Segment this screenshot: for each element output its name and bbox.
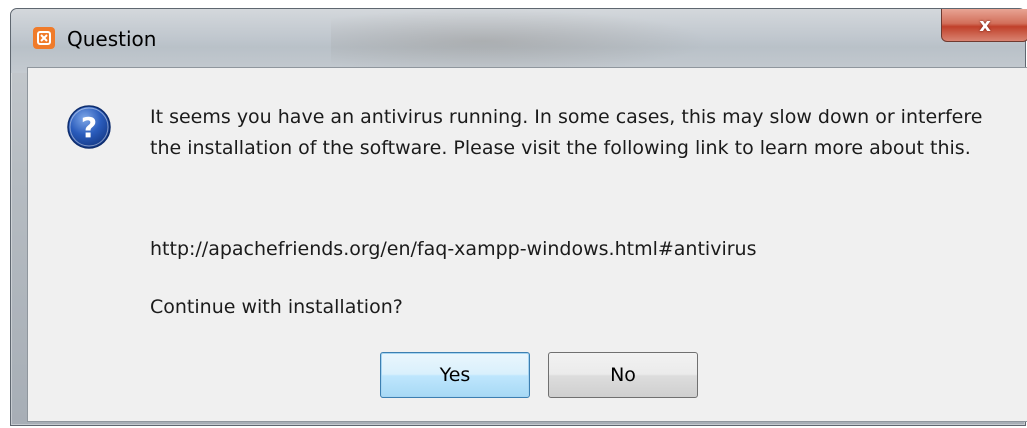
no-button[interactable]: No xyxy=(548,352,698,398)
window-title: Question xyxy=(67,27,157,51)
xampp-logo-icon xyxy=(33,27,55,49)
close-icon: x xyxy=(979,14,991,36)
dialog-content: ? It seems you have an antivirus running… xyxy=(27,67,1027,422)
question-icon: ? xyxy=(66,104,112,150)
dialog-window: Question x ? It seems you have an antivi… xyxy=(10,8,1027,426)
message-text: It seems you have an antivirus running. … xyxy=(150,102,1010,164)
yes-button[interactable]: Yes xyxy=(380,352,530,398)
svg-text:?: ? xyxy=(81,111,97,144)
continue-question: Continue with installation? xyxy=(150,296,403,318)
close-button[interactable]: x xyxy=(941,9,1027,42)
antivirus-faq-link: http://apachefriends.org/en/faq-xampp-wi… xyxy=(150,238,757,260)
message-paragraph: It seems you have an antivirus running. … xyxy=(150,106,983,159)
title-bar[interactable]: Question x xyxy=(11,9,1027,73)
